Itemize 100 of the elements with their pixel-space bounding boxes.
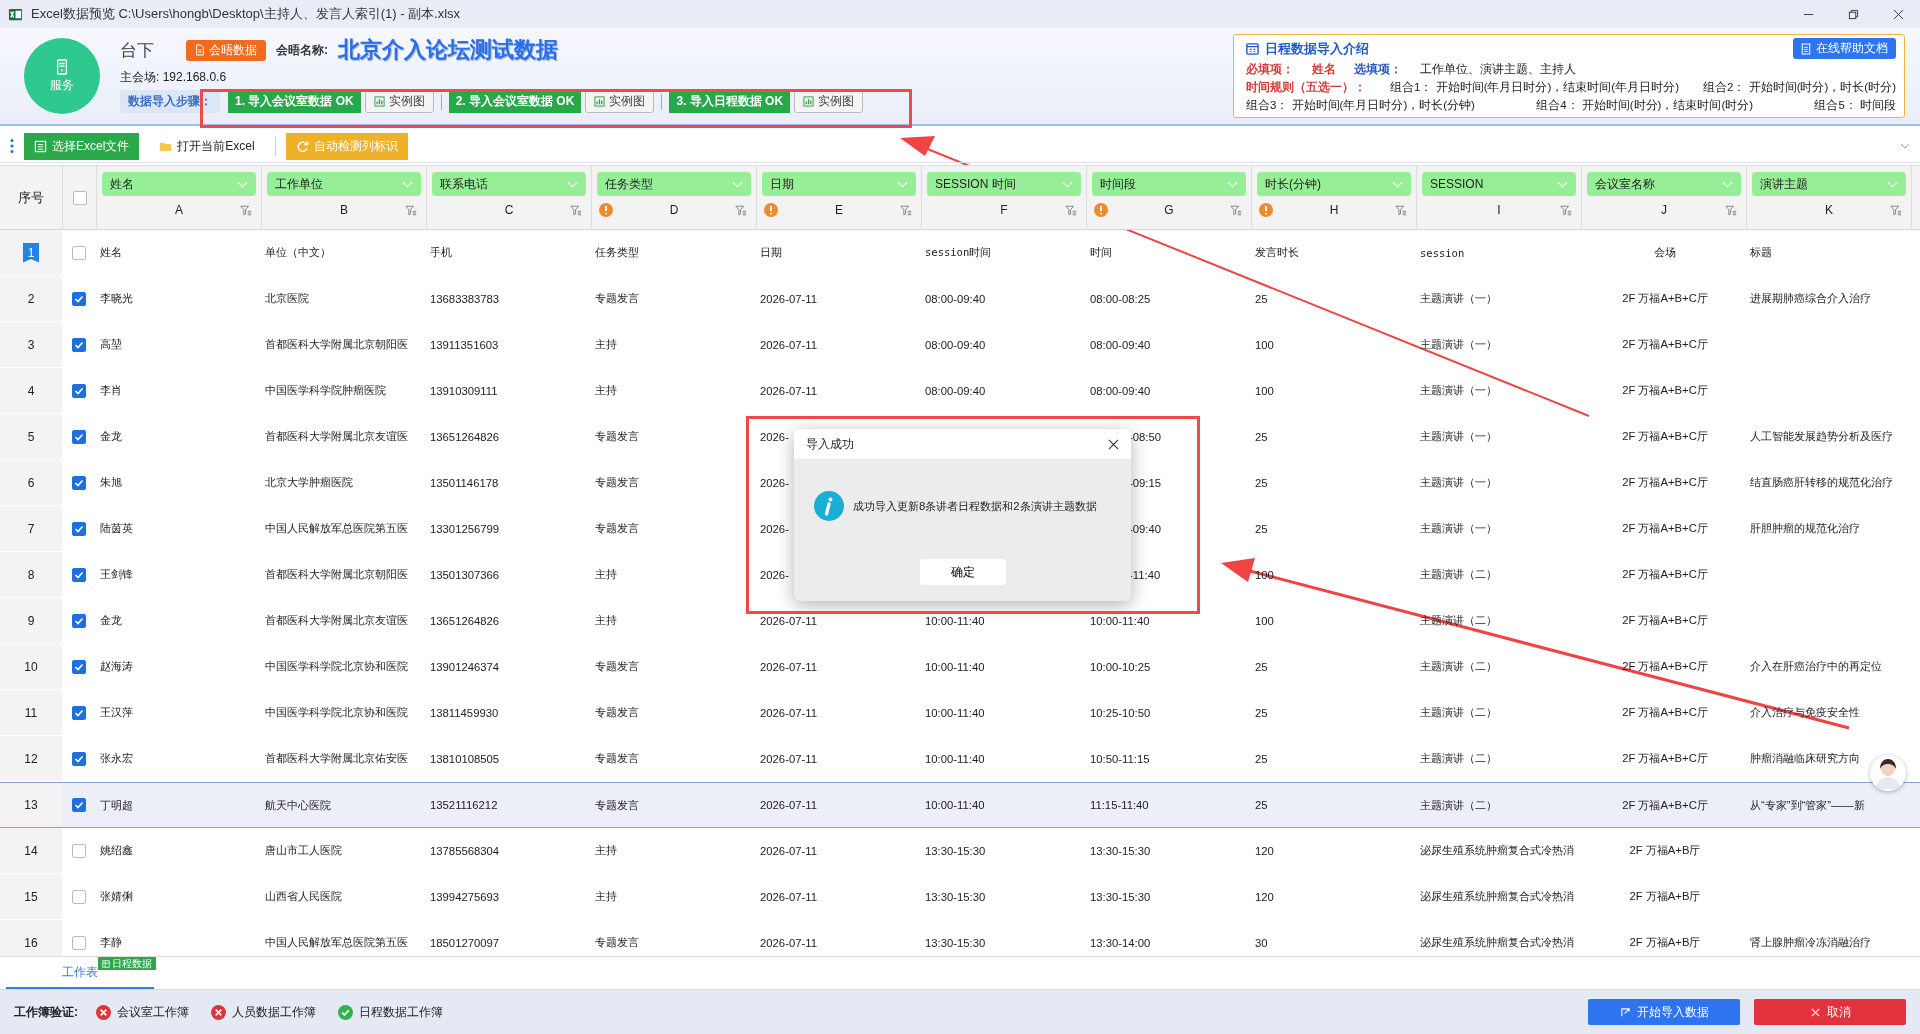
table-cell: 北京医院 [265,292,309,304]
filter-icon[interactable] [735,204,747,216]
column-mapping-dropdown[interactable]: SESSION 时间 [927,172,1081,196]
table-cell: 10:00-11:40 [925,706,985,719]
row-checkbox[interactable] [71,521,86,536]
row-checkbox[interactable] [71,429,86,444]
intro-text: 工作单位、演讲主题、主持人 [1420,62,1576,77]
selected-row-highlight[interactable]: 13 丁明超 航天中心医院 13521116212 专题发言 2026-07-11 10:00-11:40 11:15-11:40 25 主题演讲（二） 2F 万福A+B+C厅 从“专家”到“管家”——新 [0,782,1920,828]
row-checkbox[interactable] [71,659,86,674]
action-button[interactable]: 取消 [1754,999,1906,1025]
filter-icon[interactable] [1890,204,1902,216]
table-cell: 13651264826 [430,614,500,627]
table-cell: 13785568304 [430,844,500,857]
column-mapping-dropdown[interactable]: 姓名 [102,172,256,196]
row-number: 11 [24,705,38,720]
table-cell: 专题发言 [595,706,639,718]
table-cell: 首都医科大学附属北京朝阳医 [265,568,408,580]
table-cell: 10:00-11:40 [925,614,985,627]
column-mapping-dropdown[interactable]: 演讲主题 [1752,172,1906,196]
table-cell: 主持 [595,568,617,580]
table-cell: 从“专家”到“管家”——新 [1750,798,1865,811]
column-mapping-dropdown[interactable]: 时长(分钟) [1257,172,1411,196]
filter-icon[interactable] [240,204,252,216]
row-checkbox[interactable] [71,705,86,720]
more-icon[interactable] [10,138,14,154]
column-mapping-dropdown[interactable]: 日期 [762,172,916,196]
filter-icon[interactable] [1065,204,1077,216]
row-checkbox[interactable] [71,613,86,628]
example-button[interactable]: 实例图 [364,90,434,113]
restore-icon[interactable] [1848,8,1859,20]
table-cell: 丁明超 [100,798,133,811]
validation-item: 日程数据工作簿 [359,1003,443,1021]
table-cell: 主题演讲（二） [1420,706,1497,718]
table-cell: 中国医学科学院北京协和医院 [265,660,408,672]
row-checkbox[interactable] [71,245,86,260]
table-cell: 主持 [595,844,617,856]
row-checkbox[interactable] [71,567,86,582]
column-mapping-dropdown[interactable]: SESSION [1422,172,1576,196]
row-checkbox[interactable] [71,337,86,352]
table-cell: 泌尿生殖系统肿瘤复合式冷热消 [1420,936,1574,948]
toolbar-button[interactable]: 打开当前Excel [149,132,265,160]
table-cell: 13:30-15:30 [925,936,986,949]
table-cell: 主题演讲（一） [1420,522,1497,534]
action-button[interactable]: 开始导入数据 [1588,999,1740,1025]
assistant-avatar[interactable] [1870,755,1906,791]
column-mapping-dropdown[interactable]: 联系电话 [432,172,586,196]
column-letter: F [1000,203,1008,217]
filter-icon[interactable] [405,204,417,216]
column-mapping-dropdown[interactable]: 时间段 [1092,172,1246,196]
confirm-button[interactable]: 确定 [919,559,1006,585]
row-checkbox[interactable] [71,889,86,904]
warning-icon [1259,203,1273,217]
table-cell: 首都医科大学附属北京友谊医 [265,430,408,442]
chevron-down-icon [897,180,908,188]
table-cell: 主持 [595,338,617,350]
row-checkbox[interactable] [71,475,86,490]
table-cell: 金龙 [100,614,122,626]
chevron-down-icon[interactable] [1900,143,1910,149]
example-button[interactable]: 实例图 [794,90,864,113]
row-checkbox[interactable] [71,291,86,306]
example-button[interactable]: 实例图 [585,90,655,113]
chevron-down-icon [1887,180,1898,188]
table-cell: 肝胆肿瘤的规范化治疗 [1750,522,1860,534]
chevron-down-icon [732,180,743,188]
row-checkbox[interactable] [71,935,86,950]
chevron-down-icon [1227,180,1238,188]
row-checkbox[interactable] [71,798,86,812]
close-icon[interactable] [1108,438,1119,450]
venue-label: 台下 [120,39,154,62]
spreadsheet-icon [8,6,23,22]
column-mapping-dropdown[interactable]: 工作单位 [267,172,421,196]
table-cell: 08:00-09:40 [1090,338,1151,351]
row-checkbox[interactable] [71,383,86,398]
filter-icon[interactable] [1725,204,1737,216]
table-cell: 结直肠癌肝转移的规范化治疗 [1750,476,1893,488]
filter-icon[interactable] [1395,204,1407,216]
column-letter: H [1329,203,1339,217]
grid-icon [102,959,110,968]
chevron-down-icon [1557,180,1568,188]
table-cell: 专题发言 [595,936,639,948]
table-cell: 120 [1255,844,1274,857]
filter-icon[interactable] [1560,204,1572,216]
select-all-checkbox[interactable] [72,190,87,205]
table-cell: 2026-07-11 [760,890,817,903]
filter-icon[interactable] [900,204,912,216]
row-checkbox[interactable] [71,843,86,858]
row-checkbox[interactable] [71,751,86,766]
table-cell: 2026-07-11 [760,384,817,397]
table-cell: 人工智能发展趋势分析及医疗 [1750,430,1893,442]
table-cell: 李静 [100,936,122,948]
table-cell: 赵海涛 [100,660,133,672]
document-icon [1801,42,1811,55]
help-doc-button[interactable]: 在线帮助文档 [1793,38,1896,59]
column-mapping-dropdown[interactable]: 会议室名称 [1587,172,1741,196]
filter-icon[interactable] [1230,204,1242,216]
column-mapping-dropdown[interactable]: 任务类型 [597,172,751,196]
table-cell: 主题演讲（一） [1420,292,1497,304]
table-cell: 专题发言 [595,522,639,534]
filter-icon[interactable] [570,204,582,216]
close-icon[interactable] [1893,8,1904,20]
